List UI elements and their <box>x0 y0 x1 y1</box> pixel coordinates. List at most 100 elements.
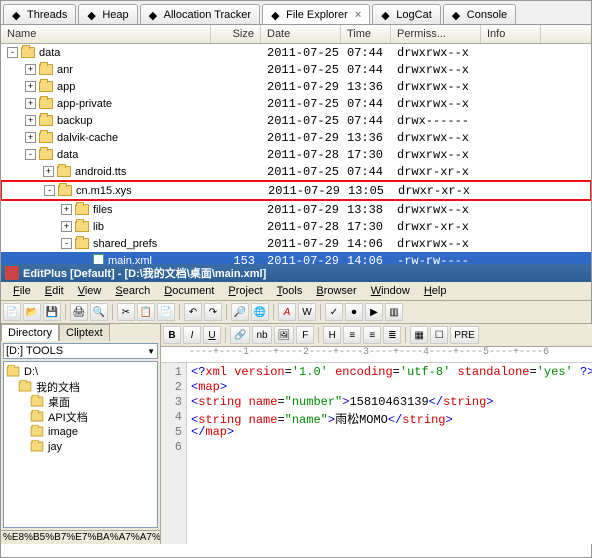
tab-console[interactable]: ◆Console <box>443 4 516 24</box>
print-button[interactable]: 🖨 <box>70 303 88 321</box>
menu-help[interactable]: Help <box>418 284 453 298</box>
tab-cliptext[interactable]: Cliptext <box>59 324 110 341</box>
menu-file[interactable]: File <box>7 284 37 298</box>
tab-allocation-tracker[interactable]: ◆Allocation Tracker <box>140 4 260 24</box>
drive-combo[interactable]: [D:] TOOLS ▼ <box>3 343 158 359</box>
expander-icon[interactable]: - <box>7 47 18 58</box>
pre-button[interactable]: PRE <box>450 326 479 344</box>
dir-item[interactable]: 桌面 <box>6 394 155 409</box>
code-line[interactable]: <string name="number">15810463139</strin… <box>191 395 592 410</box>
new-button[interactable]: 📄 <box>3 303 21 321</box>
dir-item[interactable]: image <box>6 424 155 439</box>
row-time: 07:44 <box>341 63 391 77</box>
col-date[interactable]: Date <box>261 25 341 43</box>
menu-search[interactable]: Search <box>109 284 156 298</box>
col-size[interactable]: Size <box>211 25 261 43</box>
align-left-button[interactable]: ≡ <box>343 326 361 344</box>
expander-icon[interactable]: + <box>25 115 36 126</box>
font-button[interactable]: A <box>278 303 296 321</box>
directory-tree[interactable]: D:\我的文档桌面API文档imagejay <box>3 361 158 528</box>
expander-icon[interactable]: - <box>25 149 36 160</box>
dir-item[interactable]: jay <box>6 439 155 454</box>
expander-icon[interactable]: + <box>25 81 36 92</box>
tree-row[interactable]: +android.tts2011-07-2507:44drwxr-xr-x <box>1 163 591 180</box>
tree-row[interactable]: -data2011-07-2817:30drwxrwx--x <box>1 146 591 163</box>
underline-button[interactable]: U <box>203 326 221 344</box>
code-line[interactable]: <string name="name">雨松MOMO</string> <box>191 410 592 425</box>
open-button[interactable]: 📂 <box>23 303 41 321</box>
tree-row[interactable]: +lib2011-07-2817:30drwxr-xr-x <box>1 218 591 235</box>
tree-row[interactable]: +app2011-07-2913:36drwxrwx--x <box>1 78 591 95</box>
tab-logcat[interactable]: ◆LogCat <box>372 4 440 24</box>
save-button[interactable]: 💾 <box>43 303 61 321</box>
code-text[interactable]: <?xml version='1.0' encoding='utf-8' sta… <box>187 363 592 544</box>
expander-icon[interactable]: + <box>25 64 36 75</box>
spell-button[interactable]: ✓ <box>325 303 343 321</box>
align-center-button[interactable]: ≡ <box>363 326 381 344</box>
paste-button[interactable]: 📄 <box>157 303 175 321</box>
columns-button[interactable]: ▥ <box>385 303 403 321</box>
tree-row[interactable]: +dalvik-cache2011-07-2913:36drwxrwx--x <box>1 129 591 146</box>
tree-row[interactable]: +files2011-07-2913:38drwxrwx--x <box>1 201 591 218</box>
code-line[interactable] <box>191 440 592 455</box>
record-button[interactable]: ⏺ <box>345 303 363 321</box>
cut-button[interactable]: ✂ <box>117 303 135 321</box>
play-button[interactable]: ▶ <box>365 303 383 321</box>
table-button[interactable]: ▦ <box>410 326 428 344</box>
tab-file-explorer[interactable]: ◆File Explorer× <box>262 4 370 24</box>
tab-threads[interactable]: ◆Threads <box>3 4 76 24</box>
expander-icon[interactable]: - <box>61 238 72 249</box>
code-line[interactable]: </map> <box>191 425 592 440</box>
tree-row[interactable]: +anr2011-07-2507:44drwxrwx--x <box>1 61 591 78</box>
tree-row[interactable]: -data2011-07-2507:44drwxrwx--x <box>1 44 591 61</box>
heading-button[interactable]: H <box>323 326 341 344</box>
col-info[interactable]: Info <box>481 25 541 43</box>
expander-icon[interactable]: + <box>25 98 36 109</box>
expander-icon[interactable]: + <box>61 204 72 215</box>
tab-heap[interactable]: ◆Heap <box>78 4 137 24</box>
close-icon[interactable]: × <box>355 9 361 21</box>
undo-button[interactable]: ↶ <box>184 303 202 321</box>
image-button[interactable]: 🖼 <box>274 326 295 344</box>
expander-icon[interactable]: - <box>44 185 55 196</box>
tree-row[interactable]: +backup2011-07-2507:44drwx------ <box>1 112 591 129</box>
menu-view[interactable]: View <box>72 284 108 298</box>
file-tree[interactable]: -data2011-07-2507:44drwxrwx--x+anr2011-0… <box>1 44 591 264</box>
code-line[interactable]: <map> <box>191 380 592 395</box>
tab-directory[interactable]: Directory <box>1 324 59 341</box>
code-line[interactable]: <?xml version='1.0' encoding='utf-8' sta… <box>191 365 592 380</box>
browser-button[interactable]: 🌐 <box>251 303 269 321</box>
bold-button[interactable]: B <box>163 326 181 344</box>
col-perm[interactable]: Permiss... <box>391 25 481 43</box>
col-name[interactable]: Name <box>1 25 211 43</box>
tree-row[interactable]: -cn.m15.xys2011-07-2913:05drwxr-xr-x <box>2 182 590 199</box>
expander-icon[interactable]: + <box>25 132 36 143</box>
menu-project[interactable]: Project <box>222 284 268 298</box>
menu-document[interactable]: Document <box>158 284 220 298</box>
dir-item[interactable]: API文档 <box>6 409 155 424</box>
expander-icon[interactable]: + <box>61 221 72 232</box>
list-button[interactable]: ≣ <box>383 326 401 344</box>
dir-item[interactable]: 我的文档 <box>6 379 155 394</box>
expander-icon[interactable]: + <box>43 166 54 177</box>
find-button[interactable]: 🔎 <box>231 303 249 321</box>
code-editor[interactable]: 123456 <?xml version='1.0' encoding='utf… <box>161 363 592 544</box>
menu-edit[interactable]: Edit <box>39 284 70 298</box>
redo-button[interactable]: ↷ <box>204 303 222 321</box>
tree-row[interactable]: +app-private2011-07-2507:44drwxrwx--x <box>1 95 591 112</box>
font-color-button[interactable]: F <box>296 326 314 344</box>
wrap-button[interactable]: W <box>298 303 316 321</box>
dir-item[interactable]: D:\ <box>6 364 155 379</box>
tree-row[interactable]: -shared_prefs2011-07-2914:06drwxrwx--x <box>1 235 591 252</box>
tree-row[interactable]: main.xml1532011-07-2914:06-rw-rw---- <box>1 252 591 264</box>
menu-window[interactable]: Window <box>365 284 416 298</box>
italic-button[interactable]: I <box>183 326 201 344</box>
nb-button[interactable]: nb <box>252 326 271 344</box>
copy-button[interactable]: 📋 <box>137 303 155 321</box>
menu-tools[interactable]: Tools <box>271 284 309 298</box>
preview-button[interactable]: 🔍 <box>90 303 108 321</box>
anchor-button[interactable]: 🔗 <box>230 326 250 344</box>
form-button[interactable]: ☐ <box>430 326 448 344</box>
menu-browser[interactable]: Browser <box>310 284 362 298</box>
col-time[interactable]: Time <box>341 25 391 43</box>
